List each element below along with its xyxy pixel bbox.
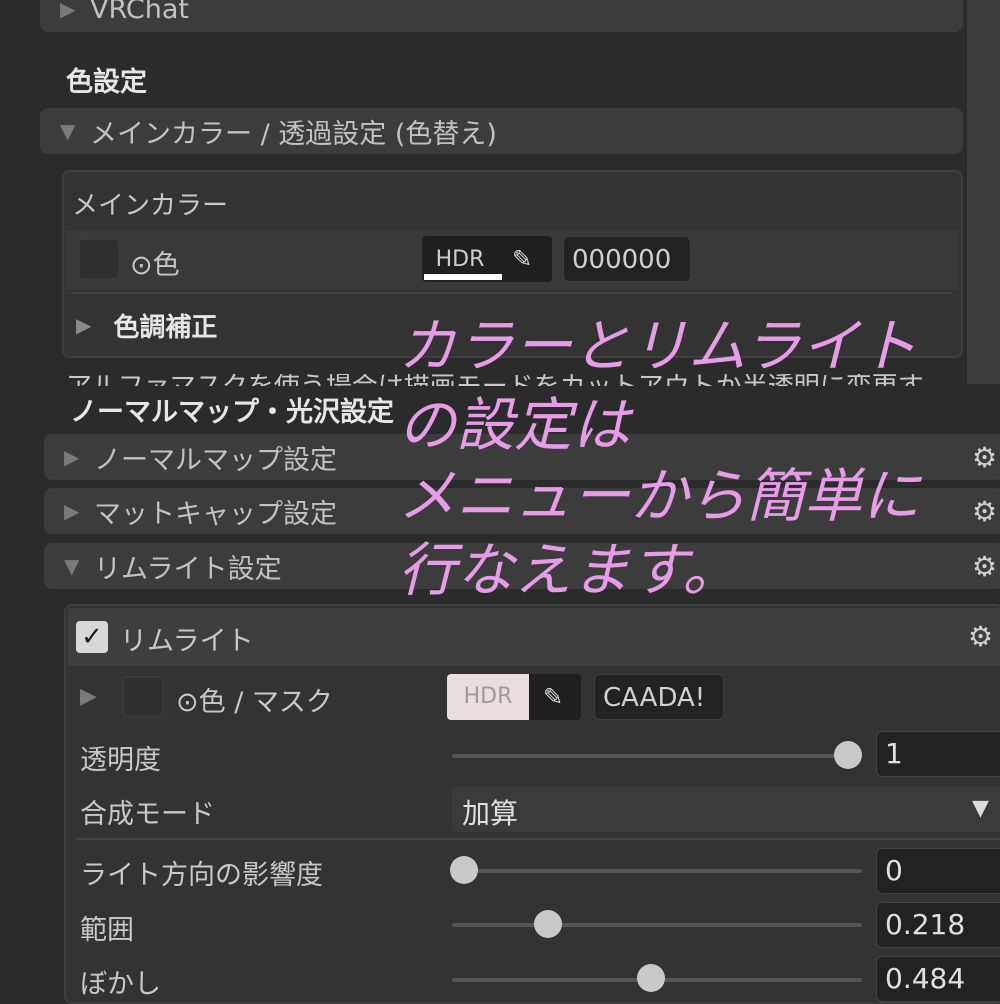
gear-icon[interactable]: ⚙ (972, 550, 997, 583)
range-slider-track[interactable] (452, 923, 862, 927)
opacity-slider-track[interactable] (452, 754, 862, 758)
range-label: 範囲 (80, 915, 134, 946)
hex-input[interactable]: CAADA! (594, 674, 724, 720)
rim-color-label: ⊙色 / マスク (176, 687, 333, 718)
light-direction-input[interactable]: 0 (876, 848, 1000, 894)
dropdown-arrow-icon: ▼ (972, 796, 989, 821)
range-input[interactable]: 0.218 (876, 902, 1000, 948)
hdr-label: HDR (447, 674, 529, 720)
overlay-caption-line-4: 行なえます。 (398, 536, 741, 604)
eyedropper-icon[interactable]: ✎ (543, 683, 563, 711)
collapsed-triangle-icon: ▶ (76, 313, 92, 337)
expanded-triangle-icon: ▼ (64, 554, 80, 578)
color-preview-swatch[interactable] (78, 238, 120, 280)
fold-label: メインカラー / 透過設定 (色替え) (90, 118, 497, 150)
fold-vrchat[interactable]: ▶ VRChat (40, 0, 963, 32)
hex-input[interactable]: 000000 (563, 236, 691, 282)
collapsed-triangle-icon: ▶ (60, 0, 76, 21)
section-title-color: 色設定 (66, 67, 147, 98)
light-direction-slider-track[interactable] (452, 869, 862, 873)
gear-icon[interactable]: ⚙ (972, 441, 997, 474)
expanded-triangle-icon: ▼ (60, 119, 76, 143)
scrollbar[interactable] (967, 0, 1000, 384)
opacity-slider-knob[interactable] (834, 741, 862, 769)
main-color-label: ⊙色 (130, 250, 180, 281)
collapsed-triangle-icon: ▶ (64, 445, 80, 469)
eyedropper-icon[interactable]: ✎ (512, 245, 532, 273)
blend-mode-dropdown[interactable]: 加算 ▼ (452, 786, 1000, 832)
overlay-caption-line-3: メニューから簡単に (398, 462, 921, 530)
light-direction-slider-knob[interactable] (450, 856, 478, 884)
overlay-caption-line-2: の設定は (398, 391, 631, 459)
section-title-normal: ノーマルマップ・光沢設定 (70, 397, 394, 428)
hdr-underline (424, 274, 502, 280)
blur-input[interactable]: 0.484 (876, 956, 1000, 1002)
fold-label: マットキャップ設定 (94, 498, 337, 530)
fold-main-color[interactable]: ▼ メインカラー / 透過設定 (色替え) (40, 108, 963, 154)
divider (76, 838, 1000, 840)
blur-slider-knob[interactable] (637, 964, 665, 992)
opacity-label: 透明度 (80, 745, 161, 776)
rimlight-toggle-label: リムライト (120, 626, 254, 657)
color-preview-swatch[interactable] (122, 676, 164, 718)
hdr-label: HDR (435, 246, 485, 272)
dropdown-value: 加算 (462, 797, 519, 830)
fold-label: ノーマルマップ設定 (94, 444, 337, 476)
gear-icon[interactable]: ⚙ (972, 495, 997, 528)
tone-fold[interactable]: ▶ 色調補正 (72, 305, 217, 345)
light-direction-label: ライト方向の影響度 (80, 860, 323, 891)
tone-fold-label: 色調補正 (113, 312, 218, 343)
blur-label: ぼかし (80, 969, 161, 1000)
collapsed-triangle-icon: ▶ (64, 499, 80, 523)
range-slider-knob[interactable] (534, 910, 562, 938)
divider (72, 292, 951, 294)
main-color-box-title: メインカラー (72, 191, 229, 221)
blend-mode-label: 合成モード (80, 799, 215, 830)
hdr-color-field[interactable]: HDR ✎ (447, 674, 581, 720)
overlay-caption-line-1: カラーとリムライト (398, 312, 918, 380)
gear-icon[interactable]: ⚙ (968, 620, 993, 653)
opacity-input[interactable]: 1 (876, 731, 1000, 777)
collapsed-triangle-icon[interactable]: ▶ (80, 684, 97, 709)
fold-label: VRChat (90, 0, 189, 25)
fold-label: リムライト設定 (94, 553, 282, 585)
rimlight-checkbox[interactable]: ✓ (76, 621, 108, 653)
